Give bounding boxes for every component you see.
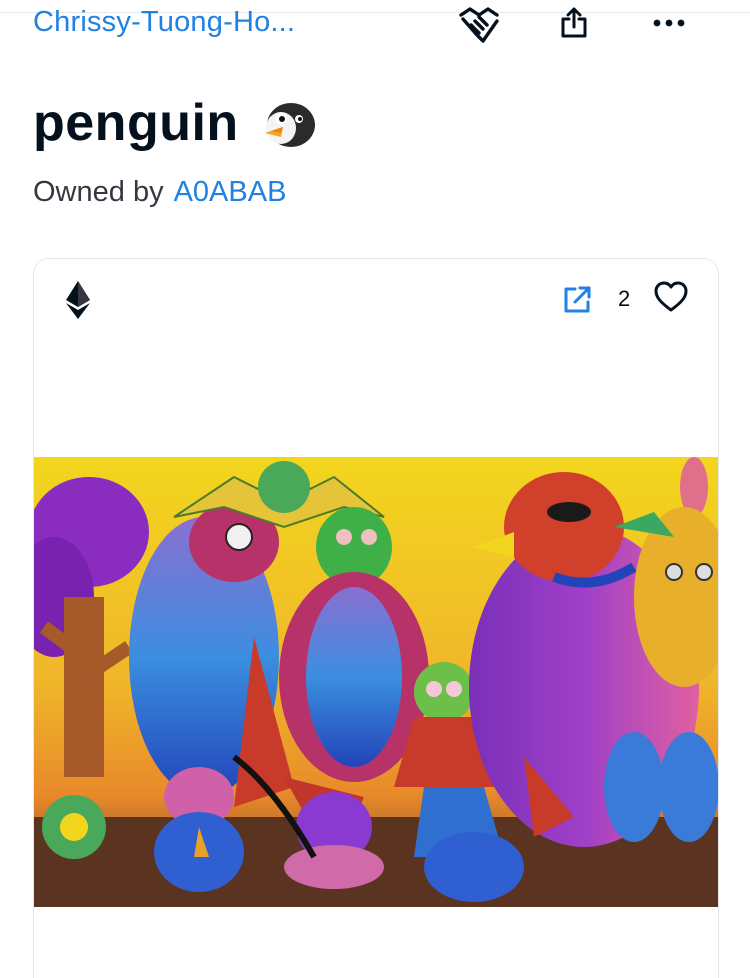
share-button[interactable] <box>552 0 596 46</box>
collection-link[interactable]: Chrissy-Tuong-Ho... <box>33 6 295 39</box>
card-header: 2 <box>34 259 718 341</box>
item-artwork[interactable] <box>34 457 718 907</box>
favorites-count: 2 <box>618 286 631 311</box>
item-title-row: penguin <box>33 88 319 158</box>
owner-link[interactable]: A0ABAB <box>174 176 287 208</box>
make-offer-button[interactable] <box>452 0 506 46</box>
penguin-icon <box>259 93 319 153</box>
owner-row: Owned by A0ABAB <box>33 176 286 209</box>
more-options-button[interactable] <box>647 0 691 46</box>
owner-prefix: Owned by <box>33 176 164 208</box>
share-icon <box>561 7 587 38</box>
handshake-icon <box>459 7 499 43</box>
crayon-drawing-image <box>34 457 718 907</box>
ethereum-icon <box>66 281 90 324</box>
heart-icon[interactable] <box>654 281 688 318</box>
more-horizontal-icon <box>653 19 685 27</box>
external-link-icon[interactable] <box>562 285 592 320</box>
item-title: penguin <box>33 94 239 152</box>
item-card: 2 <box>33 258 719 978</box>
